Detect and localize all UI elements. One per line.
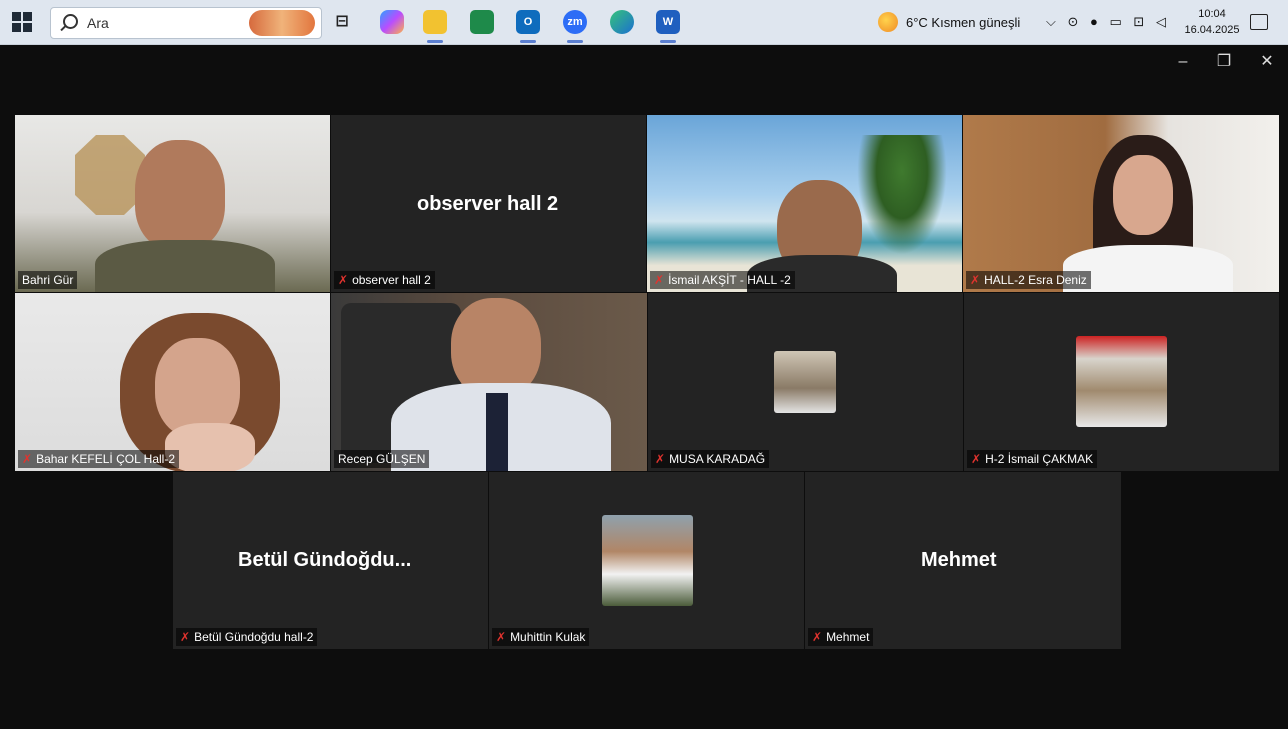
muted-mic-icon: ✗ [812,630,823,644]
video-tile[interactable]: ✗ Bahar KEFELİ ÇOL Hall-2 [15,293,330,471]
notification-icon[interactable] [1250,14,1268,30]
participant-name-plate: ✗ İsmail AKŞİT - HALL -2 [650,271,795,289]
weather-widget[interactable]: 6°C Kısmen güneşli [878,0,1038,44]
participant-display-name: Betül Gündoğdu... [238,549,412,571]
weather-icon [878,12,898,32]
participant-video [647,115,962,292]
outlook-active-indicator [520,40,536,43]
word-icon[interactable]: W [656,10,680,34]
camera-privacy-icon: ⊙ [1067,14,1083,29]
network-icon: ⊡ [1133,14,1149,29]
file-explorer-active-indicator [427,40,443,43]
windows-start-icon[interactable] [12,12,32,32]
participant-avatar [602,515,693,606]
video-tile[interactable]: ✗ H-2 İsmail ÇAKMAK [964,293,1279,471]
store-icon[interactable] [470,10,494,34]
clock-date: 16.04.2025 [1184,24,1240,36]
search-placeholder: Ara [87,15,109,31]
zoom-active-indicator [567,40,583,43]
speaker-icon: ◁ [1155,14,1170,29]
word-active-indicator [660,40,676,43]
participant-name-plate: ✗ MUSA KARADAĞ [651,450,770,468]
clock[interactable]: 10:04 16.04.2025 [1182,6,1242,50]
muted-mic-icon: ✗ [180,630,191,644]
participant-display-name: observer hall 2 [417,193,559,215]
restore-icon[interactable]: ❐ [1215,53,1233,71]
participant-display-name: Mehmet [921,549,997,571]
participant-name-plate: ✗ Bahar KEFELİ ÇOL Hall-2 [18,450,180,468]
taskbar-search-box[interactable]: Ara [50,7,322,39]
close-icon[interactable]: ✕ [1258,53,1276,71]
muted-mic-icon: ✗ [970,273,981,287]
participant-video [331,293,647,471]
muted-mic-icon: ✗ [655,452,666,466]
participant-name-plate: ✗ HALL-2 Esra Deniz [966,271,1091,289]
participant-video [963,115,1279,292]
participant-name: Bahri Gür [18,271,78,289]
system-tray-icons[interactable]: ⌵ ⊙ ● ▭ ⊡ ◁ [1046,14,1176,34]
muted-mic-icon: ✗ [496,630,507,644]
participant-name-plate: ✗ H-2 İsmail ÇAKMAK [967,450,1098,468]
zoom-icon[interactable]: zm [563,10,587,34]
windows-taskbar: Ara ⊟ O zm W 6°C Kısmen güneşli ⌵ ⊙ ● ▭ … [0,0,1288,45]
video-tile[interactable]: ✗ İsmail AKŞİT - HALL -2 [647,115,962,292]
participant-avatar [1076,336,1167,427]
video-tile[interactable]: Mehmet ✗ Mehmet [805,472,1121,649]
participant-video [15,115,330,292]
copilot-icon[interactable] [380,10,404,34]
muted-mic-icon: ✗ [971,452,982,466]
participant-video [15,293,330,471]
video-tile[interactable]: Betül Gündoğdu... ✗ Betül Gündoğdu hall-2 [173,472,488,649]
participant-avatar [774,351,836,413]
video-tile[interactable]: Bahri Gür [15,115,330,292]
microphone-icon: ● [1090,14,1102,29]
video-tile[interactable]: ✗ MUSA KARADAĞ [648,293,963,471]
participant-name-plate: ✗ Mehmet [808,628,874,646]
muted-mic-icon: ✗ [22,452,33,466]
video-tile[interactable]: observer hall 2 ✗ observer hall 2 [331,115,646,292]
task-view-icon[interactable]: ⊟ [330,10,354,34]
clock-time: 10:04 [1198,8,1226,20]
search-highlight-image[interactable] [249,10,315,36]
battery-icon: ▭ [1109,14,1126,29]
chevron-up-icon[interactable]: ⌵ [1046,14,1060,29]
muted-mic-icon: ✗ [654,273,665,287]
search-icon [63,14,78,29]
outlook-icon[interactable]: O [516,10,540,34]
weather-text: 6°C Kısmen güneşli [906,15,1021,30]
video-tile[interactable]: ✗ Muhittin Kulak [489,472,804,649]
muted-mic-icon: ✗ [338,273,349,287]
participant-name-plate: ✗ Muhittin Kulak [492,628,590,646]
active-speaker-video-tile[interactable]: Recep GÜLŞEN [331,293,647,471]
minimize-icon[interactable]: – [1174,53,1192,71]
participant-name-plate: ✗ observer hall 2 [334,271,435,289]
participant-name: Recep GÜLŞEN [334,450,430,468]
participant-name-plate: ✗ Betül Gündoğdu hall-2 [176,628,318,646]
file-explorer-icon[interactable] [423,10,447,34]
video-tile[interactable]: ✗ HALL-2 Esra Deniz [963,115,1279,292]
edge-icon[interactable] [610,10,634,34]
